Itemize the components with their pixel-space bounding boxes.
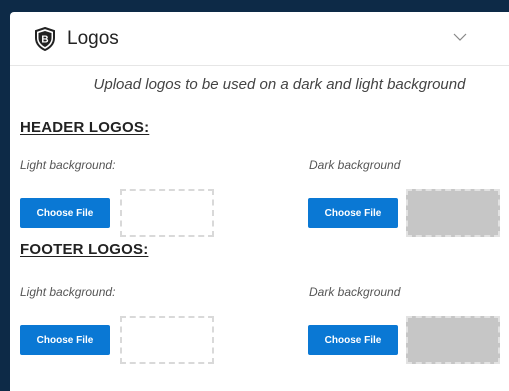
panel-header[interactable]: B Logos [10, 12, 509, 66]
header-dark-logo-preview [406, 189, 500, 237]
footer-light-choose-file-button[interactable]: Choose File [20, 325, 110, 355]
header-dark-label: Dark background [309, 158, 401, 172]
svg-text:B: B [41, 35, 48, 46]
logos-panel: B Logos Upload logos to be used on a dar… [10, 12, 509, 391]
footer-light-logo-preview [120, 316, 214, 364]
chevron-down-icon[interactable] [452, 30, 468, 44]
header-dark-choose-file-button[interactable]: Choose File [308, 198, 398, 228]
header-logos-title: HEADER LOGOS: [20, 119, 150, 136]
footer-logos-title: FOOTER LOGOS: [20, 241, 149, 258]
panel-title: Logos [67, 28, 119, 49]
header-light-logo-preview [120, 189, 214, 237]
footer-dark-logo-preview [406, 316, 500, 364]
footer-light-label: Light background: [20, 285, 116, 299]
instructions-text: Upload logos to be used on a dark and li… [93, 76, 466, 93]
header-light-label: Light background: [20, 158, 116, 172]
footer-dark-label: Dark background [309, 285, 401, 299]
header-light-choose-file-button[interactable]: Choose File [20, 198, 110, 228]
footer-dark-choose-file-button[interactable]: Choose File [308, 325, 398, 355]
shield-b-icon: B [35, 27, 55, 51]
